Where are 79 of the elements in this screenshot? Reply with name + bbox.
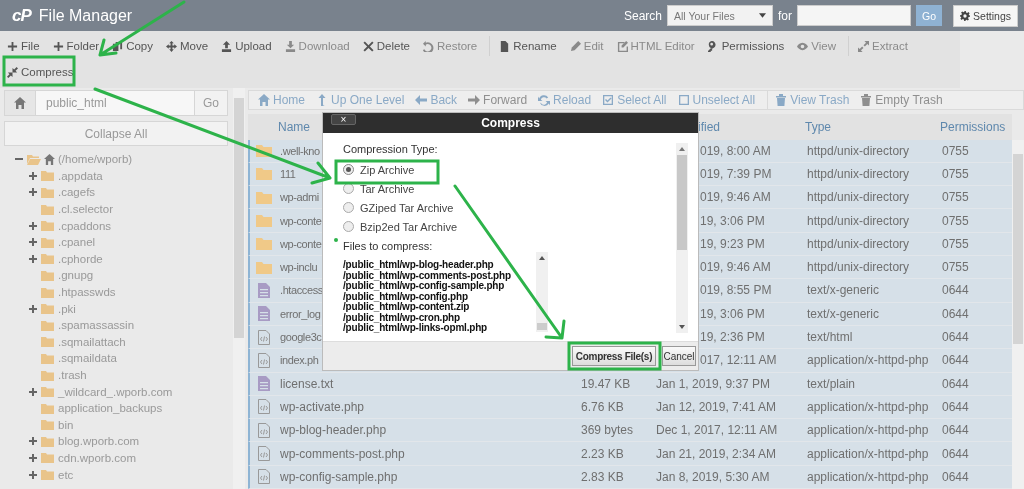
- table-cell: 0644: [942, 446, 969, 461]
- table-cell-text: .htaccess: [279, 284, 323, 297]
- search-label: Search: [624, 8, 663, 23]
- table-cell: 019, 8:55 PM: [700, 283, 772, 298]
- table-cell-text: wp-config-sample.php: [279, 469, 398, 484]
- table-cell: 0755: [942, 190, 969, 205]
- table-cell-text: wp-comments-post.php: [279, 446, 405, 461]
- table-cell-text: wp-inclu: [279, 261, 318, 274]
- dialog-title: Compress: [481, 116, 540, 130]
- table-cell: 019, 9:46 AM: [700, 190, 771, 205]
- table-cell: 0644: [942, 353, 969, 368]
- table-cell-text: index.ph: [279, 354, 319, 367]
- table-cell: 369 bytes: [581, 423, 634, 438]
- table-cell-text: 111: [279, 168, 296, 180]
- table-cell: 0644: [942, 283, 969, 298]
- table-cell: text/x-generic: [807, 283, 880, 298]
- table-cell-text: license.txt: [279, 376, 334, 391]
- table-cell: application/x-httpd-php: [807, 353, 929, 368]
- table-cell: 0644: [942, 469, 969, 484]
- table-cell: httpd/unix-directory: [807, 236, 910, 251]
- file-path: /public_html/wp-content.zip: [343, 302, 471, 313]
- table-cell: 2.83 KB: [581, 469, 624, 484]
- table-cell: Dec 1, 2017, 12:11 AM: [656, 423, 778, 438]
- table-cell: 019, 9:46 AM: [700, 260, 771, 275]
- table-cell: 19, 3:06 PM: [700, 306, 765, 321]
- table-cell: httpd/unix-directory: [807, 190, 910, 205]
- file-path: /public_html/wp-blog-header.php: [343, 260, 494, 271]
- table-cell: 0644: [942, 423, 969, 438]
- compression-type-label: Compression Type:: [343, 143, 439, 155]
- table-cell: 19, 2:36 PM: [700, 330, 765, 345]
- table-cell-text: google3c: [279, 331, 322, 344]
- table-cell: httpd/unix-directory: [807, 260, 910, 275]
- table-cell: 19.47 KB: [581, 376, 631, 391]
- table-cell: 0644: [942, 376, 969, 391]
- table-cell: 19, 3:06 PM: [700, 213, 765, 228]
- table-cell: text/plain: [807, 376, 856, 391]
- table-cell: 0755: [942, 236, 969, 251]
- table-cell: application/x-httpd-php: [807, 423, 929, 438]
- table-cell-text: wp-admi: [279, 191, 319, 204]
- table-cell-text: error_log: [279, 307, 321, 320]
- table-cell: Jan 8, 2019, 5:30 AM: [656, 469, 770, 484]
- table-cell: 0755: [942, 167, 969, 181]
- table-cell: Jan 1, 2019, 9:37 PM: [656, 376, 771, 391]
- table-cell: 19, 9:23 PM: [700, 236, 765, 251]
- table-cell-text: wp-conte: [279, 237, 322, 250]
- table-cell: 019, 8:00 AM: [700, 143, 771, 158]
- table-cell: Jan 21, 2019, 2:34 AM: [656, 446, 777, 461]
- table-cell-text: wp-conte: [279, 214, 322, 227]
- for-label: for: [778, 8, 793, 23]
- app-title: File Manager: [38, 6, 133, 25]
- table-cell: 0755: [942, 143, 969, 158]
- table-cell: 0644: [942, 330, 969, 345]
- table-cell: 2.23 KB: [581, 446, 624, 461]
- file-path: /public_html/wp-config.php: [343, 291, 468, 302]
- table-cell-text: wp-activate.php: [279, 399, 365, 414]
- table-cell: httpd/unix-directory: [807, 167, 910, 181]
- table-cell-text: wp-blog-header.php: [279, 423, 387, 438]
- table-cell: 0644: [942, 399, 969, 414]
- table-cell: 6.76 KB: [581, 399, 624, 414]
- logo: cP: [12, 5, 31, 26]
- file-path: /public_html/wp-comments-post.php: [343, 270, 512, 281]
- table-cell: application/x-httpd-php: [807, 399, 929, 414]
- table-cell: text/html: [807, 330, 853, 345]
- table-cell: 0755: [942, 213, 969, 228]
- table-cell: 017, 12:11 AM: [700, 353, 777, 368]
- table-cell: 0755: [942, 260, 969, 275]
- table-cell: application/x-httpd-php: [807, 469, 929, 484]
- table-cell: httpd/unix-directory: [807, 143, 910, 158]
- table-cell: text/x-generic: [807, 306, 880, 321]
- file-path: /public_html/wp-links-opml.php: [343, 323, 488, 334]
- files-label: Files to compress:: [343, 240, 434, 252]
- file-path: /public_html/wp-cron.php: [343, 312, 460, 323]
- table-cell: 0644: [942, 306, 969, 321]
- table-cell: application/x-httpd-php: [807, 446, 929, 461]
- file-path: /public_html/wp-config-sample.php: [343, 281, 505, 292]
- table-cell: 019, 7:39 PM: [700, 167, 772, 181]
- table-cell: Jan 12, 2019, 7:41 AM: [656, 399, 777, 414]
- table-cell-text: .well-kno: [279, 144, 320, 157]
- table-cell: httpd/unix-directory: [807, 213, 910, 228]
